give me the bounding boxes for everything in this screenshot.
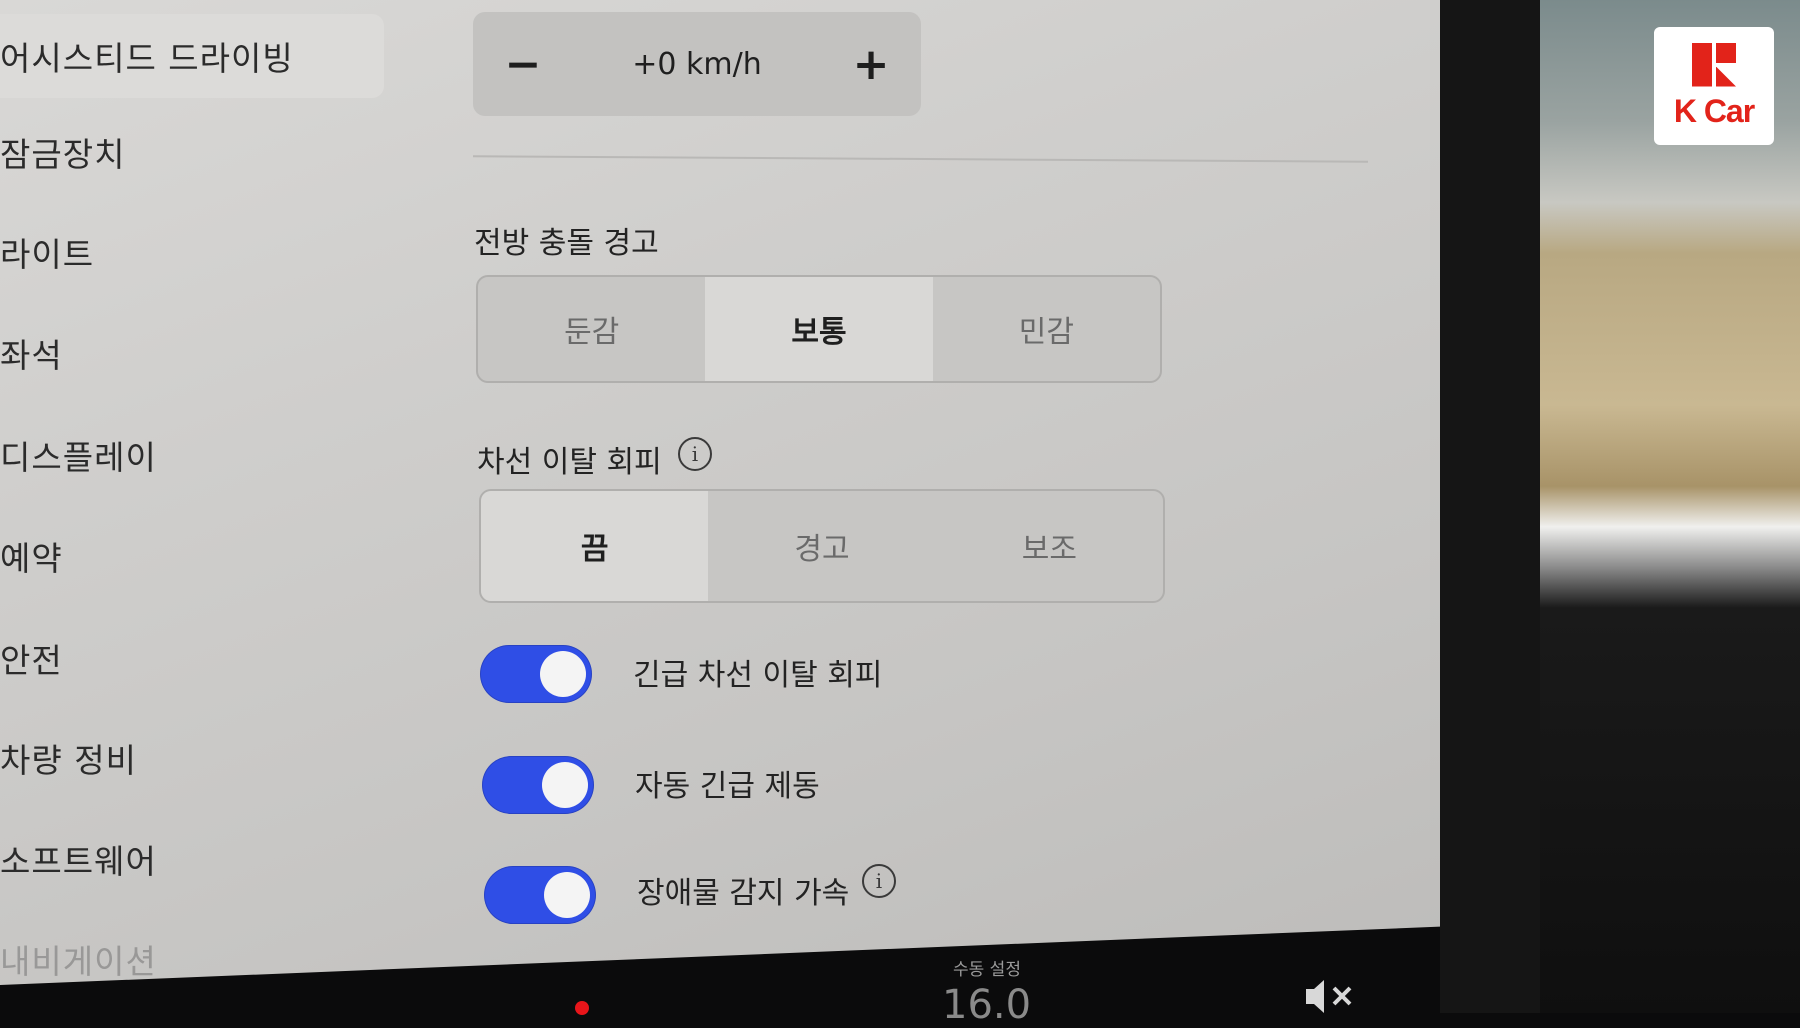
lane-departure-option-assist[interactable]: 보조	[936, 491, 1163, 601]
automatic-emergency-braking-label: 자동 긴급 제동	[635, 769, 820, 804]
lane-departure-title: 차선 이탈 회피	[477, 445, 662, 480]
sidebar-item-label: 어시스티드 드라이빙	[0, 39, 294, 78]
sidebar-item-seats[interactable]: 좌석	[0, 329, 63, 377]
lane-departure-option-off[interactable]: 끔	[481, 491, 709, 601]
emergency-lane-departure-toggle[interactable]	[480, 645, 592, 703]
sidebar-item-label: 소프트웨어	[0, 842, 157, 881]
emergency-lane-departure-label: 긴급 차선 이탈 회피	[633, 658, 883, 693]
obstacle-aware-acceleration-toggle[interactable]	[484, 866, 596, 924]
sidebar-item-label: 잠금장치	[0, 135, 126, 174]
sidebar-item-label: 내비게이션	[0, 942, 157, 981]
sidebar-item-service[interactable]: 차량 정비	[0, 734, 137, 782]
speed-offset-stepper: − +0 km/h +	[473, 12, 921, 116]
sidebar-item-label: 라이트	[0, 235, 95, 274]
sidebar-item-label: 예약	[0, 539, 63, 578]
section-divider	[473, 155, 1368, 163]
sidebar-item-label: 디스플레이	[0, 438, 157, 477]
kcar-logo: K Car	[1654, 27, 1774, 145]
sidebar-item-navigation[interactable]: 내비게이션	[0, 935, 157, 983]
toggle-knob	[542, 762, 588, 808]
lane-departure-option-warning[interactable]: 경고	[708, 491, 935, 601]
kcar-logo-text: K Car	[1673, 92, 1755, 129]
temperature-value[interactable]: 16.0	[942, 982, 1031, 1028]
sidebar-item-label: 차량 정비	[0, 741, 137, 780]
decrease-speed-button[interactable]: −	[473, 12, 573, 116]
info-icon[interactable]: i	[862, 864, 896, 898]
automatic-emergency-braking-toggle[interactable]	[482, 756, 594, 814]
settings-screen: 어시스티드 드라이빙 잠금장치 라이트 좌석 디스플레이 예약 안전 차량 정비…	[0, 0, 1458, 985]
speed-offset-value: +0 km/h	[632, 46, 762, 82]
sidebar-item-safety[interactable]: 안전	[0, 634, 63, 682]
sidebar-item-lights[interactable]: 라이트	[0, 228, 94, 276]
info-icon[interactable]: i	[678, 437, 712, 471]
speaker-muted-icon[interactable]	[1302, 975, 1362, 1015]
screen-bezel	[1440, 0, 1540, 1013]
forward-collision-option-early[interactable]: 민감	[933, 277, 1160, 381]
increase-speed-button[interactable]: +	[821, 12, 921, 116]
sidebar-item-assisted-driving[interactable]: 어시스티드 드라이빙	[0, 14, 384, 98]
sidebar-item-schedule[interactable]: 예약	[0, 532, 63, 580]
forward-collision-option-medium[interactable]: 보통	[705, 277, 933, 381]
toggle-knob	[540, 651, 586, 697]
obstacle-aware-acceleration-label: 장애물 감지 가속	[637, 876, 850, 911]
lane-departure-selector: 끔 경고 보조	[479, 489, 1165, 603]
forward-collision-option-late[interactable]: 둔감	[478, 277, 705, 381]
toggle-knob	[544, 872, 590, 918]
sidebar-item-label: 좌석	[0, 336, 63, 375]
sidebar-item-software[interactable]: 소프트웨어	[0, 835, 157, 883]
forward-collision-title: 전방 충돌 경고	[474, 226, 659, 261]
forward-collision-selector: 둔감 보통 민감	[476, 275, 1162, 383]
sidebar-item-display[interactable]: 디스플레이	[0, 431, 157, 479]
sidebar-item-label: 안전	[0, 641, 63, 680]
climate-mode-label: 수동 설정	[953, 960, 1021, 980]
sidebar-item-locks[interactable]: 잠금장치	[0, 128, 125, 176]
kcar-mark-icon	[1692, 42, 1736, 87]
car-interior-background	[1540, 0, 1800, 1013]
